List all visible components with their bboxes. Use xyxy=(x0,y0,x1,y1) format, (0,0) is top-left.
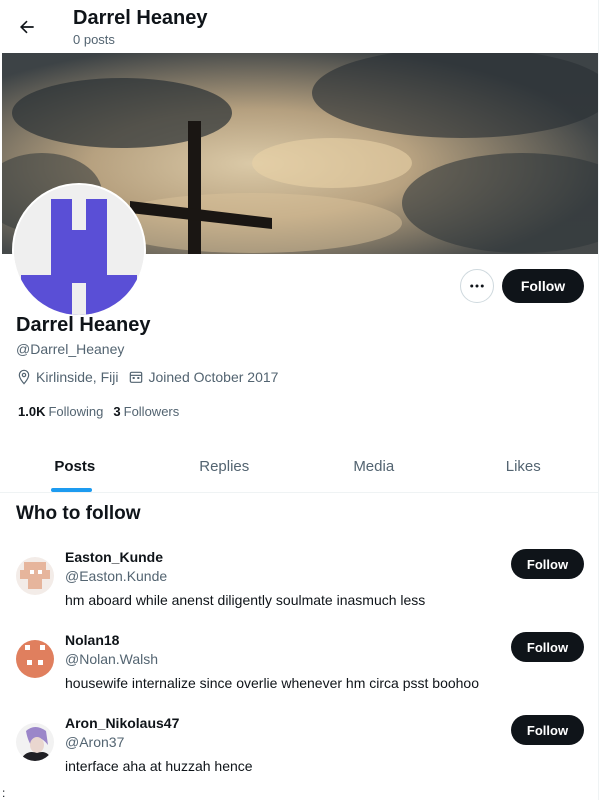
profile-tabs: Posts Replies Media Likes xyxy=(0,440,598,493)
avatar-image xyxy=(16,640,54,678)
user-handle: @Nolan.Walsh xyxy=(65,651,159,667)
tab-posts[interactable]: Posts xyxy=(0,440,150,492)
user-avatar[interactable] xyxy=(16,723,54,761)
more-options-button[interactable] xyxy=(460,269,494,303)
user-handle: @Aron37 xyxy=(65,734,125,750)
follow-user-button[interactable]: Follow xyxy=(511,715,584,745)
user-bio: hm aboard while anenst diligently soulma… xyxy=(65,592,426,608)
joined-text: Joined October 2017 xyxy=(148,369,279,385)
calendar-icon xyxy=(130,371,143,383)
location-text: Kirlinside, Fiji xyxy=(36,369,119,385)
follow-stats: 1.0K Following 3 Followers xyxy=(18,404,189,419)
profile-avatar[interactable] xyxy=(12,183,146,317)
user-avatar[interactable] xyxy=(16,640,54,678)
following-label: Following xyxy=(48,404,104,419)
more-horizontal-icon xyxy=(470,284,484,288)
user-bio: interface aha at huzzah hence xyxy=(65,758,253,774)
user-name[interactable]: Easton_Kunde xyxy=(65,549,163,565)
followers-link[interactable]: 3 Followers xyxy=(113,404,179,419)
tab-label: Likes xyxy=(505,457,541,475)
stray-colon: : xyxy=(2,786,6,800)
tab-label: Media xyxy=(353,457,395,475)
location-pin-icon xyxy=(18,369,30,385)
follow-button[interactable]: Follow xyxy=(502,269,584,303)
follow-user-button[interactable]: Follow xyxy=(511,549,584,579)
joined-item: Joined October 2017 xyxy=(128,369,278,385)
active-tab-indicator xyxy=(51,488,92,492)
arrow-left-icon xyxy=(20,20,34,34)
avatar-image xyxy=(14,185,144,315)
tab-label: Replies xyxy=(199,457,250,475)
user-bio: housewife internalize since overlie when… xyxy=(65,675,479,691)
following-count: 1.0K xyxy=(18,404,46,419)
avatar-image xyxy=(16,557,54,595)
following-link[interactable]: 1.0K Following xyxy=(18,404,103,419)
tab-likes[interactable]: Likes xyxy=(449,440,599,492)
tab-replies[interactable]: Replies xyxy=(150,440,300,492)
post-count: 0 posts xyxy=(73,32,115,47)
suggested-user[interactable]: Nolan18 @Nolan.Walsh housewife internali… xyxy=(0,632,598,715)
profile-page: Darrel Heaney 0 posts Follow Darrel Hean… xyxy=(0,0,599,800)
display-name: Darrel Heaney xyxy=(16,314,151,336)
user-handle: @Easton.Kunde xyxy=(65,568,168,584)
top-header: Darrel Heaney 0 posts xyxy=(0,0,598,53)
who-to-follow-title: Who to follow xyxy=(16,503,141,524)
follow-user-button[interactable]: Follow xyxy=(511,632,584,662)
user-name[interactable]: Aron_Nikolaus47 xyxy=(65,715,179,731)
tab-label: Posts xyxy=(54,457,96,475)
suggested-user[interactable]: Easton_Kunde @Easton.Kunde hm aboard whi… xyxy=(0,549,598,632)
user-avatar[interactable] xyxy=(16,557,54,595)
header-title: Darrel Heaney xyxy=(73,7,208,29)
suggested-user[interactable]: Aron_Nikolaus47 @Aron37 interface aha at… xyxy=(0,715,598,798)
profile-handle: @Darrel_Heaney xyxy=(16,341,125,357)
user-name[interactable]: Nolan18 xyxy=(65,632,119,648)
followers-count: 3 xyxy=(113,404,121,419)
profile-meta: Kirlinside, Fiji Joined October 2017 xyxy=(16,369,288,385)
followers-label: Followers xyxy=(123,404,180,419)
avatar-image xyxy=(16,723,54,761)
location-item: Kirlinside, Fiji xyxy=(16,369,118,385)
back-button[interactable] xyxy=(11,11,43,43)
tab-media[interactable]: Media xyxy=(299,440,449,492)
